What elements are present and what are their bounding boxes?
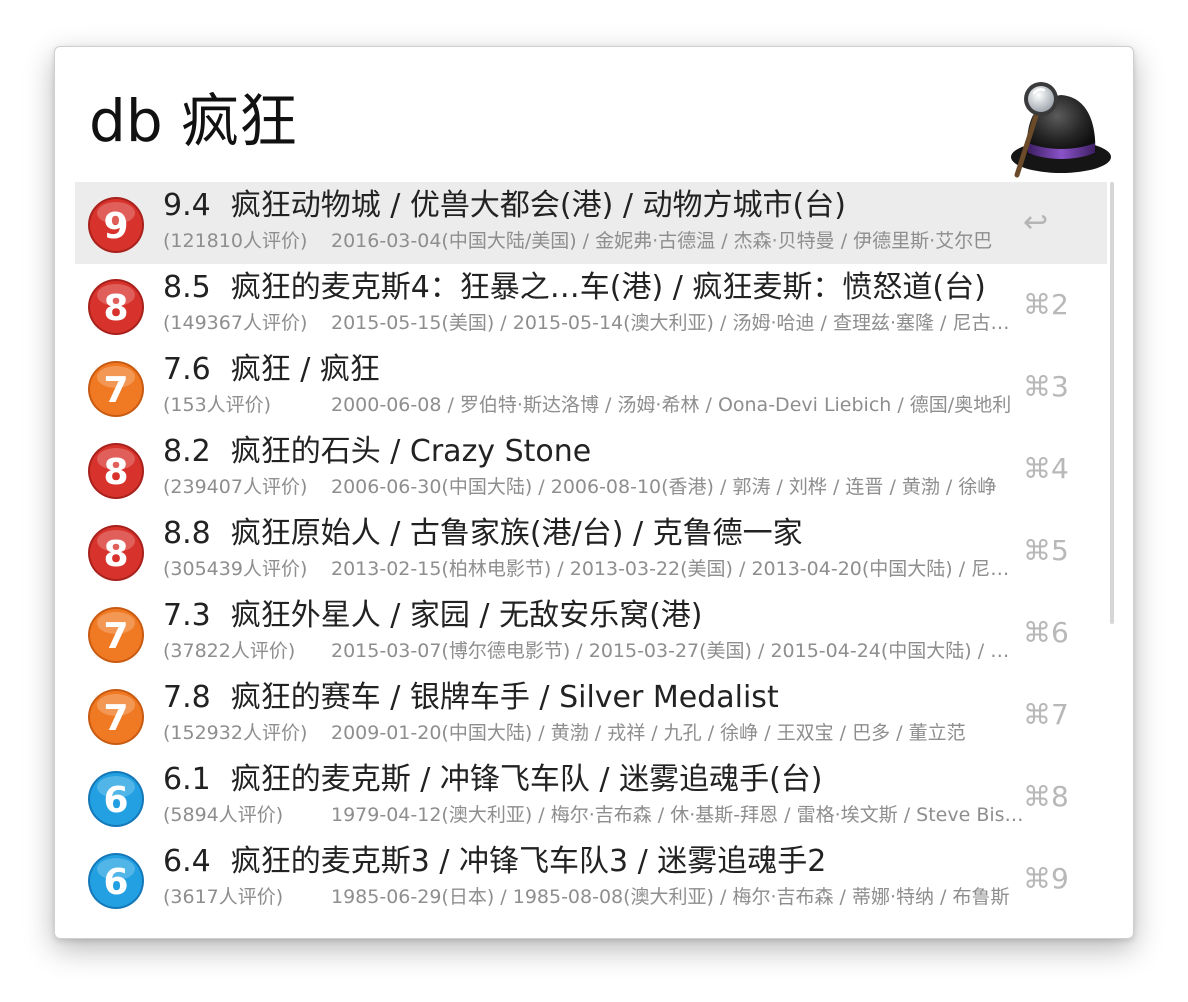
result-title: 7.3 疯狂外星人 / 家园 / 无敌安乐窝(港) (163, 594, 1043, 638)
rating-badge-icon: 7 (88, 607, 144, 663)
result-title: 6.4 疯狂的麦克斯3 / 冲锋飞车队3 / 迷雾追魂手2 (163, 840, 1043, 884)
svg-text:8: 8 (103, 452, 128, 493)
result-score: 9.4 (163, 188, 211, 223)
return-icon: ↩ (1023, 205, 1049, 240)
result-title: 8.5 疯狂的麦克斯4：狂暴之…车(港) / 疯狂麦斯：愤怒道(台) (163, 266, 1043, 310)
result-title-text: 疯狂原始人 / 古鲁家族(港/台) / 克鲁德一家 (230, 516, 803, 551)
result-subtitle: (149367人评价) 2015-05-15(美国) / 2015-05-14(澳… (163, 310, 1025, 336)
svg-text:7: 7 (103, 698, 128, 739)
search-input[interactable] (89, 81, 969, 161)
shortcut-hint: ⌘9 (1023, 862, 1069, 895)
result-score: 8.8 (163, 516, 211, 551)
svg-text:6: 6 (103, 780, 128, 821)
result-score: 7.3 (163, 598, 211, 633)
rating-badge-icon: 6 (88, 853, 144, 909)
svg-text:8: 8 (103, 288, 128, 329)
result-detail: 2013-02-15(柏林电影节) / 2013-03-22(美国) / 201… (331, 558, 1025, 580)
result-score: 8.5 (163, 270, 211, 305)
result-score: 7.6 (163, 352, 211, 387)
shortcut-hint: ⌘6 (1023, 616, 1069, 649)
shortcut-hint: ⌘8 (1023, 780, 1069, 813)
result-score: 8.2 (163, 434, 211, 469)
result-detail: 2006-06-30(中国大陆) / 2006-08-10(香港) / 郭涛 /… (331, 476, 997, 498)
rating-badge-icon: 6 (88, 771, 144, 827)
rating-count: (5894人评价) (163, 804, 284, 826)
result-detail: 1985-06-29(日本) / 1985-08-08(澳大利亚) / 梅尔·吉… (331, 886, 1010, 908)
result-detail: 2016-03-04(中国大陆/美国) / 金妮弗·古德温 / 杰森·贝特曼 /… (331, 230, 993, 252)
result-detail: 2015-03-07(博尔德电影节) / 2015-03-27(美国) / 20… (331, 640, 1025, 662)
result-subtitle: (121810人评价) 2016-03-04(中国大陆/美国) / 金妮弗·古德温… (163, 228, 1025, 254)
shortcut-hint: ⌘2 (1023, 288, 1069, 321)
result-item[interactable]: 9 9.4 疯狂动物城 / 优兽大都会(港) / 动物方城市(台) (121810… (75, 182, 1107, 264)
result-subtitle: (305439人评价) 2013-02-15(柏林电影节) / 2013-03-2… (163, 556, 1025, 582)
result-item[interactable]: 7 7.3 疯狂外星人 / 家园 / 无敌安乐窝(港) (37822人评价) 201… (75, 592, 1107, 674)
result-subtitle: (239407人评价) 2006-06-30(中国大陆) / 2006-08-10… (163, 474, 1025, 500)
result-subtitle: (5894人评价) 1979-04-12(澳大利亚) / 梅尔·吉布森 / 休·基… (163, 802, 1025, 828)
result-title: 8.8 疯狂原始人 / 古鲁家族(港/台) / 克鲁德一家 (163, 512, 1043, 556)
rating-badge-icon: 9 (88, 197, 144, 253)
result-subtitle: (153人评价) 2000-06-08 / 罗伯特·斯达洛博 / 汤姆·希林 / … (163, 392, 1025, 418)
result-score: 6.1 (163, 762, 211, 797)
result-score: 6.4 (163, 844, 211, 879)
rating-count: (305439人评价) (163, 558, 308, 580)
result-detail: 1979-04-12(澳大利亚) / 梅尔·吉布森 / 休·基斯-拜恩 / 雷格… (331, 804, 1025, 826)
result-title-text: 疯狂外星人 / 家园 / 无敌安乐窝(港) (230, 598, 703, 633)
svg-text:7: 7 (103, 616, 128, 657)
result-title: 9.4 疯狂动物城 / 优兽大都会(港) / 动物方城市(台) (163, 184, 1043, 228)
result-item[interactable]: 8 8.8 疯狂原始人 / 古鲁家族(港/台) / 克鲁德一家 (305439人评… (75, 510, 1107, 592)
rating-count: (121810人评价) (163, 230, 308, 252)
shortcut-hint: ⌘5 (1023, 534, 1069, 567)
result-item[interactable]: 6 6.1 疯狂的麦克斯 / 冲锋飞车队 / 迷雾追魂手(台) (5894人评价)… (75, 756, 1107, 838)
result-title-text: 疯狂的麦克斯 / 冲锋飞车队 / 迷雾追魂手(台) (230, 762, 823, 797)
rating-count: (239407人评价) (163, 476, 308, 498)
rating-badge-icon: 7 (88, 361, 144, 417)
result-title-text: 疯狂的麦克斯4：狂暴之…车(港) / 疯狂麦斯：愤怒道(台) (230, 270, 986, 305)
rating-badge-icon: 7 (88, 689, 144, 745)
result-subtitle: (37822人评价) 2015-03-07(博尔德电影节) / 2015-03-2… (163, 638, 1025, 664)
result-detail: 2000-06-08 / 罗伯特·斯达洛博 / 汤姆·希林 / Oona-Dev… (331, 394, 1012, 416)
shortcut-hint: ⌘4 (1023, 452, 1069, 485)
rating-badge-icon: 8 (88, 279, 144, 335)
result-title-text: 疯狂的赛车 / 银牌车手 / Silver Medalist (230, 680, 779, 715)
svg-text:8: 8 (103, 534, 128, 575)
rating-badge-icon: 8 (88, 443, 144, 499)
result-title: 8.2 疯狂的石头 / Crazy Stone (163, 430, 1043, 474)
result-detail: 2015-05-15(美国) / 2015-05-14(澳大利亚) / 汤姆·哈… (331, 312, 1025, 334)
results-list: 9 9.4 疯狂动物城 / 优兽大都会(港) / 动物方城市(台) (121810… (75, 182, 1107, 920)
rating-count: (149367人评价) (163, 312, 308, 334)
result-title: 6.1 疯狂的麦克斯 / 冲锋飞车队 / 迷雾追魂手(台) (163, 758, 1043, 802)
result-item[interactable]: 6 6.4 疯狂的麦克斯3 / 冲锋飞车队3 / 迷雾追魂手2 (3617人评价)… (75, 838, 1107, 920)
svg-text:6: 6 (103, 862, 128, 903)
result-title: 7.8 疯狂的赛车 / 银牌车手 / Silver Medalist (163, 676, 1043, 720)
alfred-hat-icon (1011, 82, 1111, 178)
shortcut-hint: ⌘7 (1023, 698, 1069, 731)
result-detail: 2009-01-20(中国大陆) / 黄渤 / 戎祥 / 九孔 / 徐峥 / 王… (331, 722, 966, 744)
result-item[interactable]: 8 8.2 疯狂的石头 / Crazy Stone (239407人评价) 2006… (75, 428, 1107, 510)
result-title-text: 疯狂 / 疯狂 (230, 352, 380, 387)
rating-count: (153人评价) (163, 394, 272, 416)
result-item[interactable]: 8 8.5 疯狂的麦克斯4：狂暴之…车(港) / 疯狂麦斯：愤怒道(台) (149… (75, 264, 1107, 346)
alfred-window: 9 9.4 疯狂动物城 / 优兽大都会(港) / 动物方城市(台) (121810… (54, 46, 1134, 939)
result-subtitle: (152932人评价) 2009-01-20(中国大陆) / 黄渤 / 戎祥 / … (163, 720, 1025, 746)
scrollbar[interactable] (1110, 182, 1114, 624)
result-score: 7.8 (163, 680, 211, 715)
rating-count: (152932人评价) (163, 722, 308, 744)
result-title-text: 疯狂动物城 / 优兽大都会(港) / 动物方城市(台) (230, 188, 846, 223)
rating-count: (37822人评价) (163, 640, 296, 662)
result-subtitle: (3617人评价) 1985-06-29(日本) / 1985-08-08(澳大利… (163, 884, 1025, 910)
result-item[interactable]: 7 7.8 疯狂的赛车 / 银牌车手 / Silver Medalist (152… (75, 674, 1107, 756)
svg-text:7: 7 (103, 370, 128, 411)
result-item[interactable]: 7 7.6 疯狂 / 疯狂 (153人评价) 2000-06-08 / 罗伯特·斯达… (75, 346, 1107, 428)
result-title-text: 疯狂的石头 / Crazy Stone (230, 434, 592, 469)
shortcut-hint: ⌘3 (1023, 370, 1069, 403)
rating-count: (3617人评价) (163, 886, 284, 908)
result-title-text: 疯狂的麦克斯3 / 冲锋飞车队3 / 迷雾追魂手2 (230, 844, 827, 879)
result-title: 7.6 疯狂 / 疯狂 (163, 348, 1043, 392)
rating-badge-icon: 8 (88, 525, 144, 581)
svg-text:9: 9 (103, 206, 128, 247)
